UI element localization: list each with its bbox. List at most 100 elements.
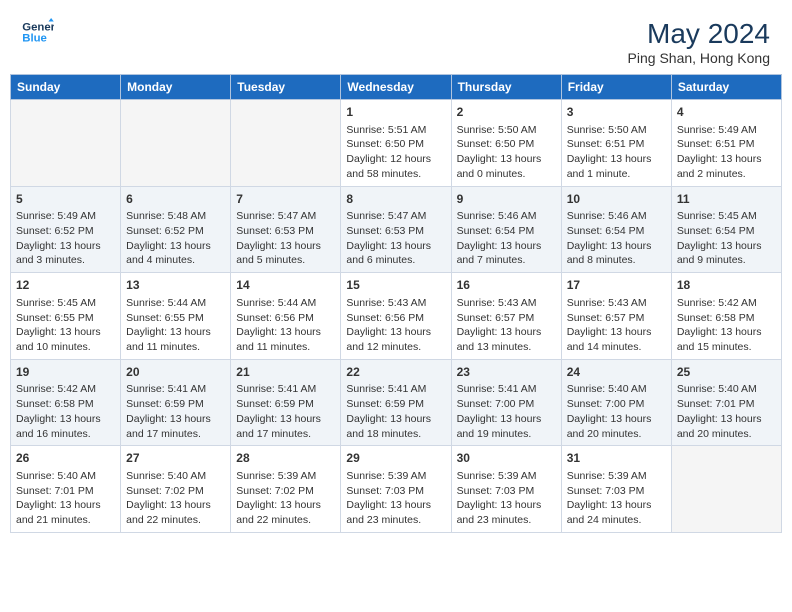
calendar-cell: 7Sunrise: 5:47 AMSunset: 6:53 PMDaylight… bbox=[231, 186, 341, 273]
sunset-line: Sunset: 7:01 PM bbox=[16, 485, 94, 497]
sunrise-line: Sunrise: 5:42 AM bbox=[677, 297, 757, 309]
daylight-line: Daylight: 13 hours and 20 minutes. bbox=[567, 413, 652, 440]
daylight-line: Daylight: 13 hours and 1 minute. bbox=[567, 153, 652, 180]
day-number: 18 bbox=[677, 277, 776, 294]
daylight-line: Daylight: 13 hours and 4 minutes. bbox=[126, 240, 211, 267]
sunrise-line: Sunrise: 5:45 AM bbox=[16, 297, 96, 309]
weekday-header-wednesday: Wednesday bbox=[341, 75, 451, 100]
sunrise-line: Sunrise: 5:39 AM bbox=[457, 470, 537, 482]
title-block: May 2024 Ping Shan, Hong Kong bbox=[628, 18, 770, 66]
daylight-line: Daylight: 13 hours and 17 minutes. bbox=[236, 413, 321, 440]
calendar-cell: 28Sunrise: 5:39 AMSunset: 7:02 PMDayligh… bbox=[231, 446, 341, 533]
weekday-header-sunday: Sunday bbox=[11, 75, 121, 100]
calendar-cell: 21Sunrise: 5:41 AMSunset: 6:59 PMDayligh… bbox=[231, 359, 341, 446]
sunrise-line: Sunrise: 5:44 AM bbox=[236, 297, 316, 309]
sunset-line: Sunset: 6:51 PM bbox=[677, 138, 755, 150]
sunset-line: Sunset: 7:03 PM bbox=[567, 485, 645, 497]
sunrise-line: Sunrise: 5:40 AM bbox=[677, 383, 757, 395]
daylight-line: Daylight: 13 hours and 22 minutes. bbox=[126, 499, 211, 526]
sunset-line: Sunset: 6:56 PM bbox=[346, 312, 424, 324]
calendar-cell: 23Sunrise: 5:41 AMSunset: 7:00 PMDayligh… bbox=[451, 359, 561, 446]
calendar-cell: 5Sunrise: 5:49 AMSunset: 6:52 PMDaylight… bbox=[11, 186, 121, 273]
sunrise-line: Sunrise: 5:44 AM bbox=[126, 297, 206, 309]
day-number: 3 bbox=[567, 104, 666, 121]
sunrise-line: Sunrise: 5:41 AM bbox=[457, 383, 537, 395]
calendar-cell: 14Sunrise: 5:44 AMSunset: 6:56 PMDayligh… bbox=[231, 273, 341, 360]
calendar-cell bbox=[231, 100, 341, 187]
day-number: 5 bbox=[16, 191, 115, 208]
calendar-cell: 15 Sunrise: 5:43 AM Sunset: 6:56 PM Dayligh… bbox=[341, 273, 451, 360]
sunset-line: Sunset: 7:00 PM bbox=[567, 398, 645, 410]
sunrise-line: Sunrise: 5:51 AM bbox=[346, 124, 426, 136]
calendar-cell: 22Sunrise: 5:41 AMSunset: 6:59 PMDayligh… bbox=[341, 359, 451, 446]
weekday-header-tuesday: Tuesday bbox=[231, 75, 341, 100]
day-number: 8 bbox=[346, 191, 445, 208]
calendar-header-row: SundayMondayTuesdayWednesdayThursdayFrid… bbox=[11, 75, 782, 100]
calendar-cell: 20Sunrise: 5:41 AMSunset: 6:59 PMDayligh… bbox=[121, 359, 231, 446]
sunrise-line: Sunrise: 5:40 AM bbox=[16, 470, 96, 482]
calendar-cell: 6Sunrise: 5:48 AMSunset: 6:52 PMDaylight… bbox=[121, 186, 231, 273]
sunset-line: Sunset: 6:54 PM bbox=[457, 225, 535, 237]
weekday-header-monday: Monday bbox=[121, 75, 231, 100]
daylight-line: Daylight: 13 hours and 0 minutes. bbox=[457, 153, 542, 180]
sunset-line: Sunset: 7:01 PM bbox=[677, 398, 755, 410]
day-number: 30 bbox=[457, 450, 556, 467]
calendar-cell: 18Sunrise: 5:42 AMSunset: 6:58 PMDayligh… bbox=[671, 273, 781, 360]
day-number: 27 bbox=[126, 450, 225, 467]
sunset-line: Sunset: 6:52 PM bbox=[126, 225, 204, 237]
calendar-cell: 26Sunrise: 5:40 AMSunset: 7:01 PMDayligh… bbox=[11, 446, 121, 533]
day-number: 31 bbox=[567, 450, 666, 467]
sunrise-line: Sunrise: 5:40 AM bbox=[567, 383, 647, 395]
weekday-header-friday: Friday bbox=[561, 75, 671, 100]
logo-icon: General Blue bbox=[22, 18, 54, 46]
day-number: 6 bbox=[126, 191, 225, 208]
day-number: 13 bbox=[126, 277, 225, 294]
calendar-cell: 31Sunrise: 5:39 AMSunset: 7:03 PMDayligh… bbox=[561, 446, 671, 533]
sunrise-line: Sunrise: 5:43 AM bbox=[346, 297, 426, 309]
calendar-cell: 17Sunrise: 5:43 AMSunset: 6:57 PMDayligh… bbox=[561, 273, 671, 360]
daylight-line: Daylight: 13 hours and 24 minutes. bbox=[567, 499, 652, 526]
sunset-line: Sunset: 6:54 PM bbox=[677, 225, 755, 237]
daylight-line: Daylight: 13 hours and 22 minutes. bbox=[236, 499, 321, 526]
sunrise-line: Sunrise: 5:43 AM bbox=[457, 297, 537, 309]
calendar-cell: 25Sunrise: 5:40 AMSunset: 7:01 PMDayligh… bbox=[671, 359, 781, 446]
day-number: 14 bbox=[236, 277, 335, 294]
day-number: 15 bbox=[346, 277, 445, 294]
month-year: May 2024 bbox=[628, 18, 770, 50]
calendar-cell: 29Sunrise: 5:39 AMSunset: 7:03 PMDayligh… bbox=[341, 446, 451, 533]
sunrise-line: Sunrise: 5:40 AM bbox=[126, 470, 206, 482]
sunset-line: Sunset: 6:51 PM bbox=[567, 138, 645, 150]
sunrise-line: Sunrise: 5:47 AM bbox=[236, 210, 316, 222]
daylight-line: Daylight: 13 hours and 20 minutes. bbox=[677, 413, 762, 440]
sunset-line: Sunset: 6:57 PM bbox=[457, 312, 535, 324]
daylight-line: Daylight: 13 hours and 23 minutes. bbox=[457, 499, 542, 526]
sunset-line: Sunset: 6:59 PM bbox=[126, 398, 204, 410]
sunrise-line: Sunrise: 5:46 AM bbox=[567, 210, 647, 222]
calendar-cell: 1Sunrise: 5:51 AMSunset: 6:50 PMDaylight… bbox=[341, 100, 451, 187]
calendar-cell: 16Sunrise: 5:43 AMSunset: 6:57 PMDayligh… bbox=[451, 273, 561, 360]
daylight-line: Daylight: 13 hours and 17 minutes. bbox=[126, 413, 211, 440]
day-number: 23 bbox=[457, 364, 556, 381]
calendar-cell bbox=[11, 100, 121, 187]
calendar-week-row: 5 Sunrise: 5:49 AM Sunset: 6:52 PM Daylight… bbox=[11, 186, 782, 273]
sunrise-line: Sunrise: 5:50 AM bbox=[567, 124, 647, 136]
day-number: 22 bbox=[346, 364, 445, 381]
day-number: 28 bbox=[236, 450, 335, 467]
calendar-cell: 3 Sunrise: 5:50 AM Sunset: 6:51 PM Daylight… bbox=[561, 100, 671, 187]
day-number: 1 bbox=[346, 104, 445, 121]
svg-text:Blue: Blue bbox=[22, 33, 47, 45]
sunset-line: Sunset: 6:50 PM bbox=[457, 138, 535, 150]
sunrise-line: Sunrise: 5:39 AM bbox=[346, 470, 426, 482]
calendar-cell: 8Sunrise: 5:47 AMSunset: 6:53 PMDaylight… bbox=[341, 186, 451, 273]
daylight-line: Daylight: 13 hours and 2 minutes. bbox=[677, 153, 762, 180]
calendar-cell: 11Sunrise: 5:45 AMSunset: 6:54 PMDayligh… bbox=[671, 186, 781, 273]
day-number: 26 bbox=[16, 450, 115, 467]
daylight-line: Daylight: 13 hours and 11 minutes. bbox=[236, 326, 321, 353]
sunrise-line: Sunrise: 5:50 AM bbox=[457, 124, 537, 136]
sunrise-line: Sunrise: 5:49 AM bbox=[16, 210, 96, 222]
day-number: 29 bbox=[346, 450, 445, 467]
sunset-line: Sunset: 7:00 PM bbox=[457, 398, 535, 410]
sunrise-line: Sunrise: 5:43 AM bbox=[567, 297, 647, 309]
daylight-line: Daylight: 13 hours and 12 minutes. bbox=[346, 326, 431, 353]
daylight-line: Daylight: 13 hours and 13 minutes. bbox=[457, 326, 542, 353]
